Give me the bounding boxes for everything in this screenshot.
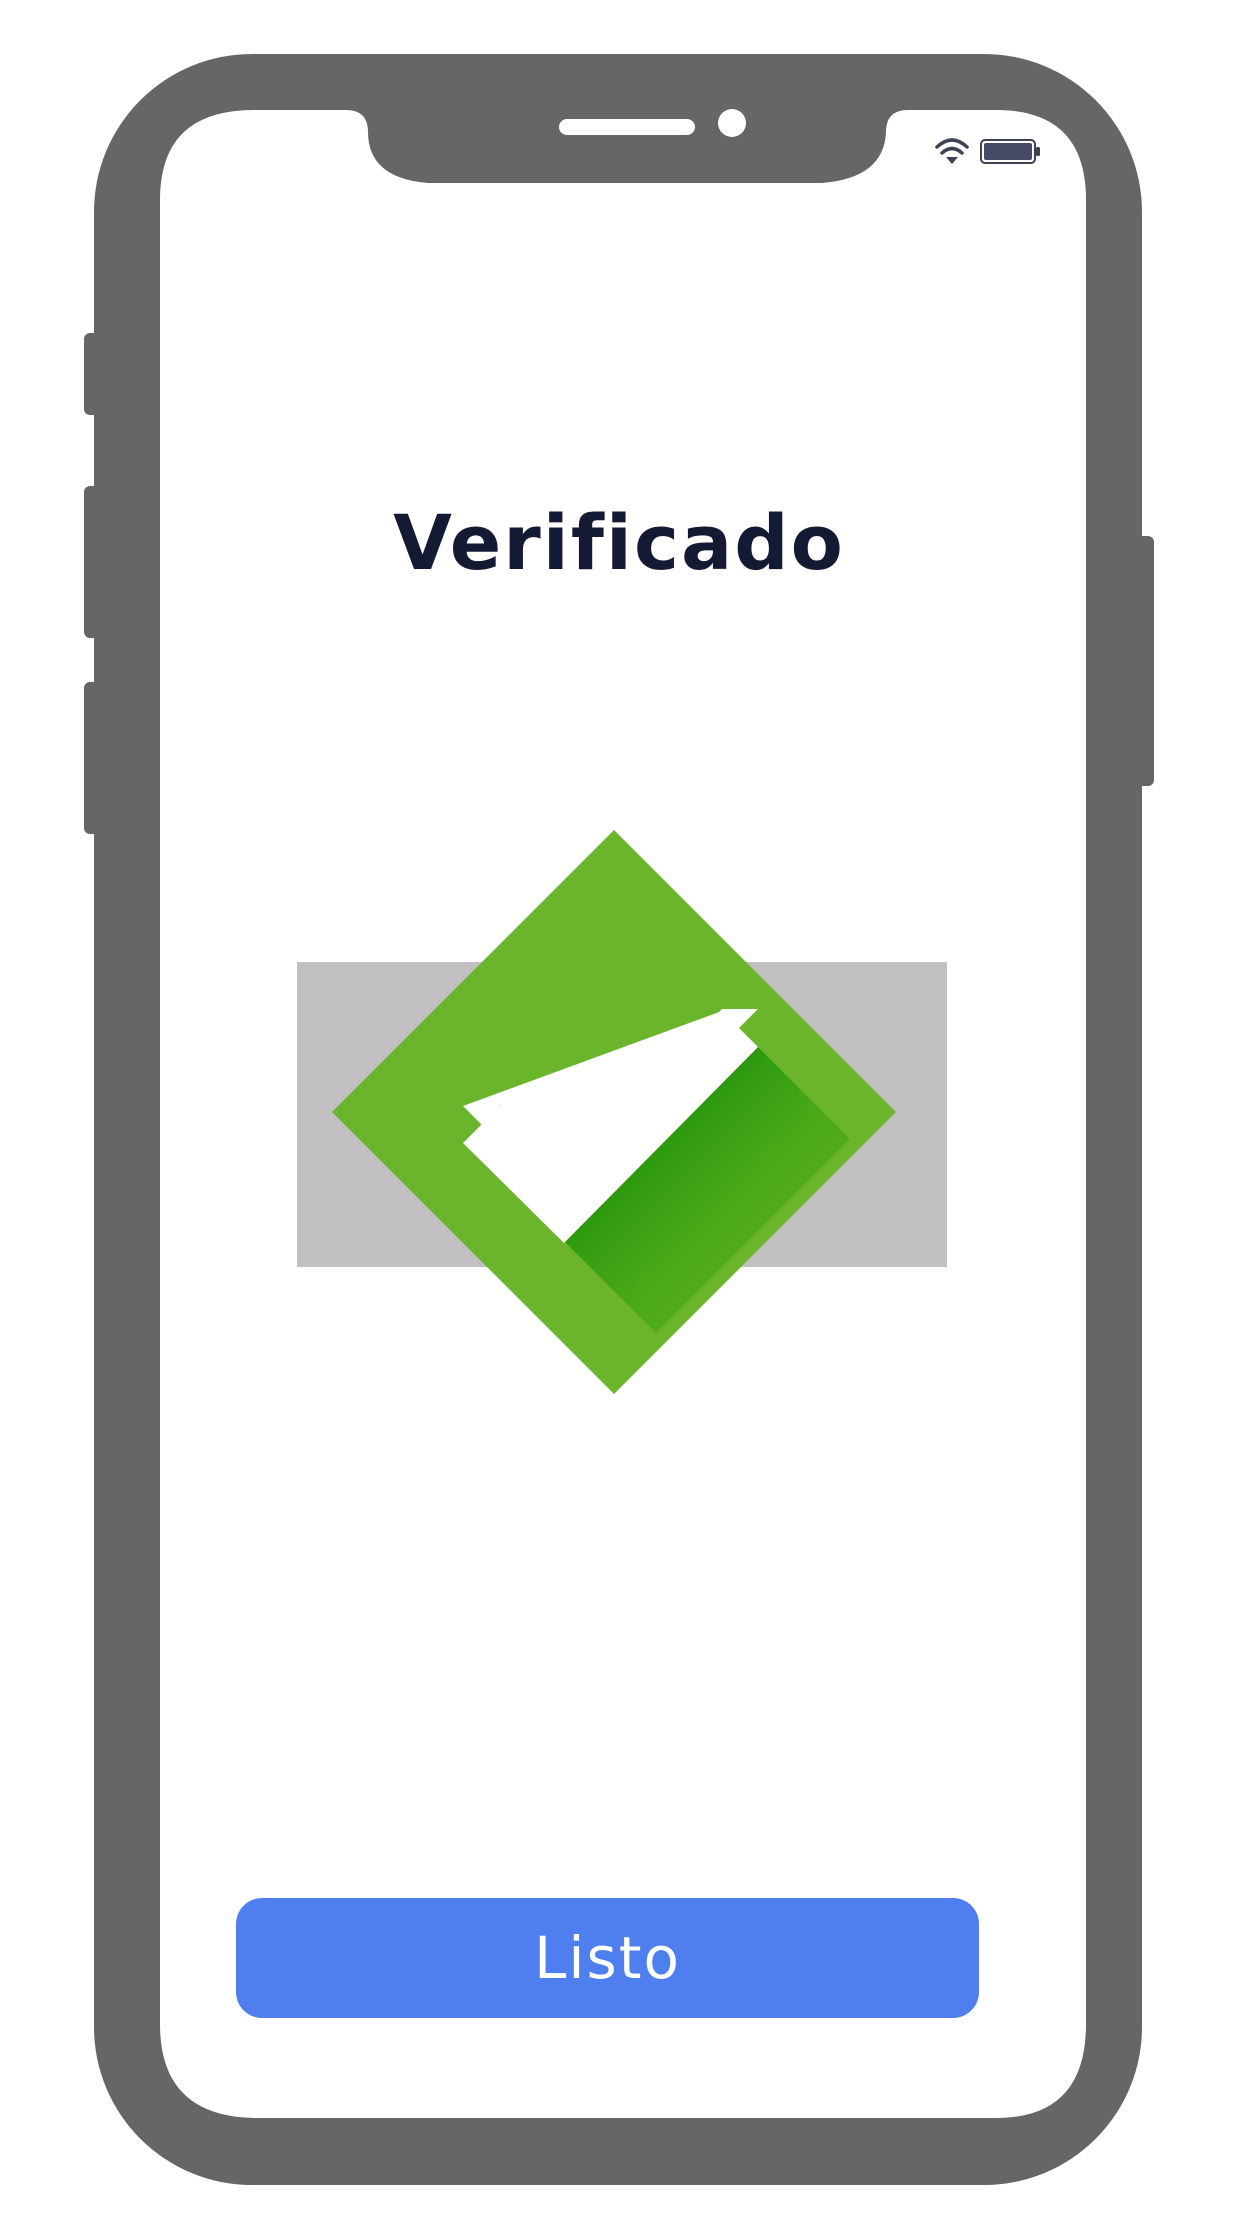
app-screen: Verificado Listo (0, 0, 1238, 2238)
page-title: Verificado (393, 498, 845, 587)
done-button[interactable]: Listo (236, 1898, 979, 2018)
